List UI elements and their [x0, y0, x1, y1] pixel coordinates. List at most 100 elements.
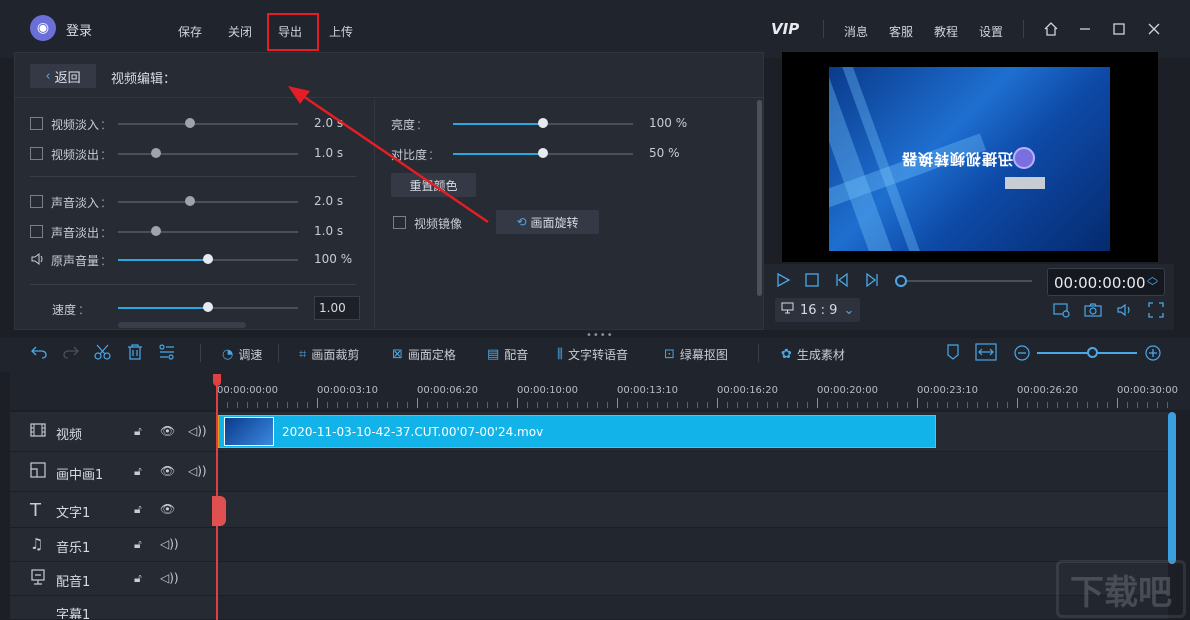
zoom-in-icon[interactable]	[1145, 345, 1161, 364]
freeze-frame-tool[interactable]: ⊠ 画面定格	[392, 346, 456, 363]
home-icon[interactable]	[1040, 17, 1062, 41]
menu-save[interactable]: 保存	[178, 23, 202, 40]
vip-badge[interactable]: VIP	[771, 20, 799, 38]
fullscreen-icon[interactable]	[1148, 302, 1164, 321]
playback-progress-knob[interactable]	[895, 275, 907, 287]
stop-icon[interactable]	[804, 272, 820, 292]
video-clip[interactable]: 2020-11-03-10-42-37.CUT.00'07-00'24.mov	[218, 415, 936, 448]
close-icon[interactable]	[1143, 17, 1165, 41]
speed-preset-bar[interactable]	[118, 322, 246, 328]
fade-in-video-slider-knob[interactable]	[185, 118, 195, 128]
lock-icon[interactable]: 🔓︎	[134, 571, 142, 586]
divider	[823, 20, 824, 38]
menu-messages[interactable]: 消息	[844, 23, 868, 40]
rotate-button[interactable]: ⟲ 画面旋转	[496, 210, 599, 234]
fade-out-video-slider-knob[interactable]	[151, 148, 161, 158]
track-lane-subtitle[interactable]	[218, 596, 1168, 620]
camera-icon[interactable]	[1084, 302, 1102, 321]
marker-icon[interactable]	[945, 344, 961, 363]
fade-in-video-slider[interactable]	[118, 123, 298, 125]
menu-upload[interactable]: 上传	[329, 23, 353, 40]
timecode-display[interactable]: 00:00:00:00 ︿ ﹀	[1047, 268, 1165, 296]
reset-color-button[interactable]: 重置颜色	[391, 173, 476, 197]
fade-in-video-checkbox[interactable]	[30, 117, 43, 130]
previous-frame-icon[interactable]	[834, 272, 850, 292]
volume-value: 100 %	[314, 252, 353, 266]
mirror-checkbox[interactable]	[393, 216, 406, 229]
zoom-out-icon[interactable]	[1014, 345, 1030, 364]
eye-icon[interactable]: 👁︎	[160, 424, 175, 438]
login-link[interactable]: 登录	[66, 20, 92, 39]
fade-out-video-checkbox[interactable]	[30, 147, 43, 160]
track-name-subtitle: 字幕1	[56, 608, 91, 620]
contrast-slider-knob[interactable]	[538, 148, 548, 158]
colon: ：	[100, 148, 113, 162]
zoom-slider-knob[interactable]	[1087, 347, 1098, 358]
speed-slider-knob[interactable]	[203, 302, 213, 312]
lock-icon[interactable]: 🔓︎	[134, 537, 142, 552]
track-lane-music[interactable]	[218, 528, 1168, 562]
audio-icon[interactable]: ◁))	[188, 464, 207, 478]
menu-settings[interactable]: 设置	[979, 23, 1003, 40]
speed-input[interactable]: 1.00	[314, 296, 360, 320]
ruler-tick-mark	[807, 402, 808, 408]
fade-out-audio-slider[interactable]	[118, 231, 298, 233]
screen-settings-icon[interactable]	[1053, 302, 1071, 321]
back-button[interactable]: ‹ 返回	[30, 64, 96, 88]
eye-icon[interactable]: 👁︎	[160, 502, 175, 516]
playhead-handle[interactable]	[213, 374, 221, 386]
audio-icon[interactable]: ◁))	[188, 424, 207, 438]
next-frame-icon[interactable]	[864, 272, 880, 292]
eye-icon[interactable]: 👁︎	[160, 464, 175, 478]
audio-icon[interactable]: ◁))	[160, 571, 179, 585]
undo-icon[interactable]	[30, 344, 48, 363]
chroma-key-tool[interactable]: ⊡ 绿幕抠图	[664, 346, 728, 363]
text-to-speech-tool[interactable]: ⫼ 文字转语音	[557, 346, 628, 363]
minimize-icon[interactable]	[1074, 17, 1096, 41]
redo-icon[interactable]	[62, 344, 80, 363]
speed-tool[interactable]: ◔ 调速	[222, 346, 262, 363]
crop-tool[interactable]: ⌗ 画面裁剪	[299, 346, 359, 363]
fit-timeline-icon[interactable]	[975, 343, 997, 364]
timecode-spinner-icon[interactable]: ︿ ﹀	[1147, 271, 1158, 292]
ruler-tick-mark	[717, 398, 718, 408]
ruler-tick-mark	[1057, 402, 1058, 408]
generate-material-tool[interactable]: ✿ 生成素材	[781, 346, 845, 363]
fade-out-video-slider[interactable]	[118, 153, 298, 155]
track-lane-text[interactable]	[218, 492, 1168, 528]
dubbing-tool[interactable]: ▤ 配音	[487, 346, 528, 363]
menu-support[interactable]: 客服	[889, 23, 913, 40]
track-lane-pip[interactable]	[218, 452, 1168, 492]
audio-icon[interactable]: ◁))	[160, 537, 179, 551]
ruler-tick-mark	[1077, 402, 1078, 408]
ruler-tick-mark	[797, 402, 798, 408]
fade-in-audio-slider[interactable]	[118, 201, 298, 203]
properties-icon[interactable]	[158, 344, 176, 363]
ruler-tick-mark	[927, 402, 928, 408]
aspect-ratio-select[interactable]: 16 : 9 ⌄	[775, 298, 860, 322]
playback-progress-track[interactable]	[898, 280, 1032, 282]
timeline-scrollbar[interactable]	[1168, 412, 1176, 564]
fade-out-audio-checkbox[interactable]	[30, 225, 43, 238]
scissors-icon[interactable]	[94, 344, 112, 363]
delete-icon[interactable]	[126, 344, 144, 363]
play-icon[interactable]	[775, 272, 791, 292]
fade-out-audio-slider-knob[interactable]	[151, 226, 161, 236]
maximize-icon[interactable]	[1108, 17, 1130, 41]
fade-in-audio-slider-knob[interactable]	[185, 196, 195, 206]
edit-panel-scrollbar[interactable]	[757, 100, 762, 296]
brightness-slider-knob[interactable]	[538, 118, 548, 128]
menu-tutorial[interactable]: 教程	[934, 23, 958, 40]
volume-slider-knob[interactable]	[203, 254, 213, 264]
film-icon	[30, 422, 46, 442]
ruler-tick-mark	[737, 402, 738, 408]
track-lane-dubbing[interactable]	[218, 562, 1168, 596]
playhead-side-marker[interactable]	[212, 496, 226, 526]
volume-icon[interactable]	[1116, 302, 1134, 321]
fade-in-audio-checkbox[interactable]	[30, 195, 43, 208]
lock-icon[interactable]: 🔓︎	[134, 502, 142, 517]
speed-tool-label: 调速	[238, 348, 263, 362]
lock-icon[interactable]: 🔓︎	[134, 424, 142, 439]
lock-icon[interactable]: 🔓︎	[134, 464, 142, 479]
menu-close[interactable]: 关闭	[228, 23, 252, 40]
